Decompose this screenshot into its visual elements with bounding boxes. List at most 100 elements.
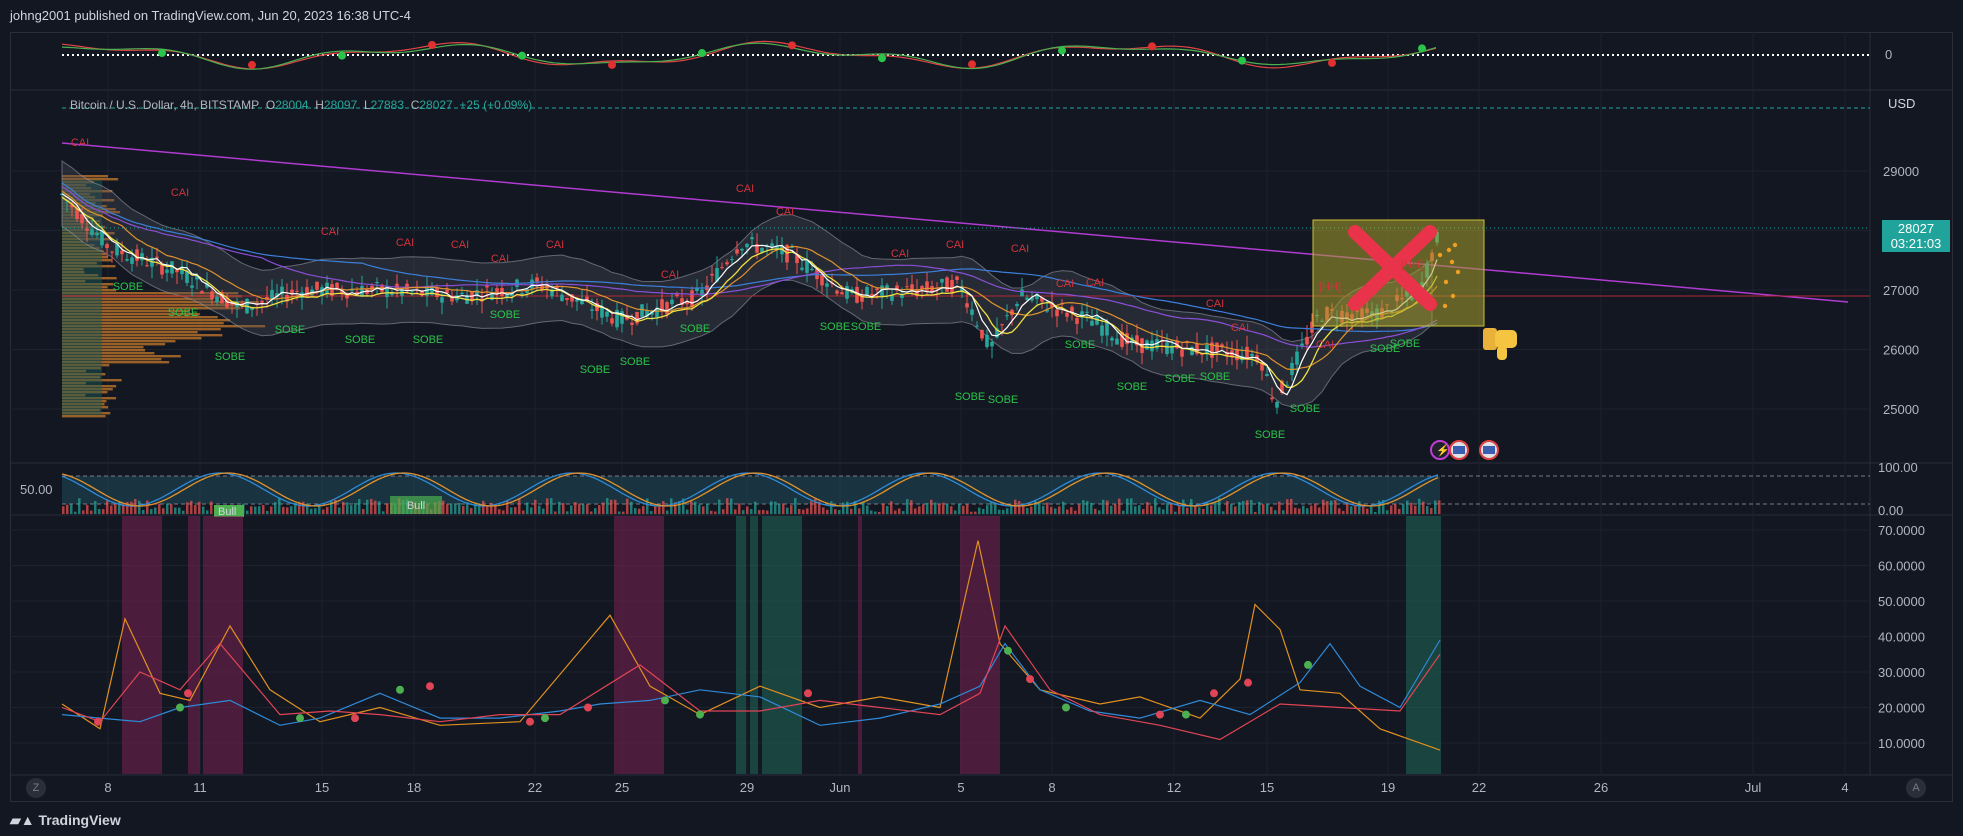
candle-body [1165,342,1169,354]
symbol-name[interactable]: Bitcoin / U.S. Dollar, 4h, BITSTAMP [70,98,259,112]
cross-dot [804,689,812,698]
candle-body [410,291,414,293]
buy-signal-label: SOBE [1290,403,1321,415]
stoch-bar [1366,508,1369,514]
stoch-bar [1086,501,1089,514]
oscillator-dot [788,41,796,50]
stoch-bar [114,503,117,514]
candle-body [1250,353,1254,357]
stoch-bar [926,502,929,514]
sell-signal-label: CAI [1206,298,1224,310]
stoch-bar [534,499,537,514]
chart-canvas[interactable]: 0 CAICAICAICAI CAICAICAICAICAICAICAICAI CA… [0,0,1963,836]
candle-body [845,285,849,299]
time-axis[interactable]: 8 11 15 18 22 25 29 Jun 5 8 12 15 19 22 26 Jul 4 [104,780,1848,795]
stoch-bar [1314,503,1317,514]
price-axis[interactable]: 2900028000270002600025000 [1883,164,1919,417]
stoch-bar [1270,506,1273,514]
stoch-bar [386,503,389,514]
stoch-bar [570,505,573,514]
candle-body [140,253,144,261]
stoch-bar [82,510,85,514]
stoch-bar [1330,500,1333,514]
stoch-bar [582,504,585,514]
candle-body [630,322,634,325]
stoch-bar [1186,507,1189,514]
stoch-bar [938,503,941,514]
candle-body [690,290,694,308]
stoch-bar [990,501,993,514]
stoch-bar [930,499,933,514]
stoch-bar [1434,500,1437,514]
stoch-bar [270,506,273,514]
stoch-bar [766,510,769,514]
stoch-bar [1010,506,1013,514]
candle-body [565,297,569,300]
stoch-bar [770,501,773,514]
stoch-bar [442,500,445,514]
stoch-bar [1246,500,1249,514]
stoch-bar [198,501,201,514]
stoch-bar [650,511,653,514]
stoch-bar [258,506,261,514]
cross-dot [1182,710,1190,719]
stoch-bar [850,508,853,514]
currency-label[interactable]: USD [1888,96,1915,111]
candle-body [125,259,129,261]
tradingview-logo[interactable]: ▰▲ TradingView [10,812,121,829]
auto-scale-button[interactable]: A [1906,778,1926,798]
projection-dot [1450,293,1456,299]
horizontal-gridlines [10,170,1870,744]
stoch-band [62,476,1440,504]
highlight-zone [203,516,243,774]
stoch-bar [362,509,365,514]
stoch-bar [1042,505,1045,514]
timezone-button[interactable]: Z [26,778,46,798]
stoch-bar [698,504,701,514]
stoch-bar [834,509,837,514]
buy-signal-label: SOBE [955,391,986,403]
stoch-bar [1370,506,1373,514]
projection-dot [1443,279,1449,285]
stoch-bar [142,509,145,514]
stoch-bar [1166,503,1169,514]
buy-signal-label: SOBE [490,309,521,321]
candle-body [500,287,504,297]
candle-body [520,293,524,295]
stoch-bar [450,503,453,514]
stoch-bar [1138,505,1141,514]
stoch-bar [186,502,189,514]
sell-signal-label: CAI [321,226,339,238]
sell-signal-label: CAI [1316,339,1334,351]
stoch-bar [842,502,845,514]
stoch-bar [898,508,901,514]
stoch-bar [1214,501,1217,514]
candle-body [670,299,674,305]
oscillator-dot [878,54,886,63]
stoch-bar [98,509,101,514]
symbol-legend: Bitcoin / U.S. Dollar, 4h, BITSTAMP O280… [70,98,532,112]
stoch-bar [1094,508,1097,514]
stoch-bar [890,501,893,514]
event-icons[interactable]: ⚡ [1430,440,1499,460]
stoch-bar [606,498,609,514]
stoch-bar [1422,501,1425,514]
stoch-bar [382,511,385,514]
candle-body [270,289,274,300]
stoch-bar [326,507,329,514]
bottom-tick: 50.0000 [1878,594,1925,609]
stoch-bar [594,508,597,514]
stoch-bar [738,503,741,514]
stoch-bar [1286,499,1289,514]
candle-body [210,291,214,300]
stoch-bar [174,507,177,514]
stoch-bar [1342,510,1345,514]
stoch-bar [62,506,65,514]
bottom-tick: 40.0000 [1878,630,1925,645]
stoch-bar [986,505,989,514]
projection-dot [1455,269,1461,275]
candle-body [945,277,949,292]
sell-signal-label: CAI [1231,322,1249,334]
bottom-axis[interactable]: 70.0000 60.0000 50.0000 40.0000 30.0000 20.00… [1878,523,1925,751]
candle-body [460,292,464,295]
